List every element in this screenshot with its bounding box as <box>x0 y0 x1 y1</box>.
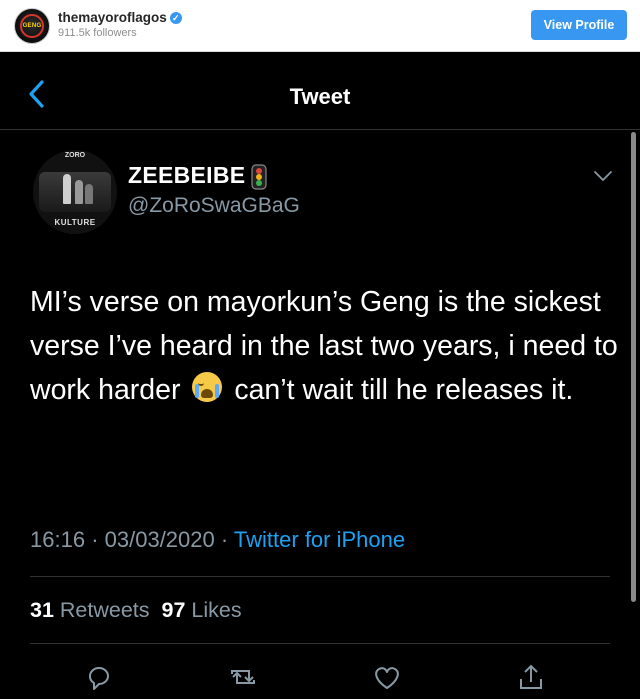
page-title: Tweet <box>289 84 351 109</box>
meta-separator: · <box>91 527 99 552</box>
likes-count[interactable]: 97 <box>161 598 185 622</box>
avatar-figure <box>85 184 93 204</box>
chevron-down-icon[interactable] <box>593 170 613 182</box>
retweet-icon[interactable] <box>226 662 260 692</box>
display-name-text[interactable]: ZEEBEIBE <box>128 162 245 188</box>
traffic-light-icon <box>251 164 268 190</box>
like-heart-icon[interactable] <box>370 662 404 692</box>
meta-separator: · <box>220 527 229 552</box>
likes-label[interactable]: Likes <box>191 598 241 622</box>
engagement-counts: 31 Retweets 97 Likes <box>30 598 242 623</box>
divider <box>30 576 610 577</box>
retweets-count[interactable]: 31 <box>30 598 54 622</box>
profile-username[interactable]: themayoroflagos ✓ <box>58 10 182 25</box>
username-text[interactable]: themayoroflagos <box>58 10 167 25</box>
avatar-text: GENG <box>22 23 42 29</box>
tweet-topbar: Tweet <box>0 52 640 130</box>
tweet-text-part: can’t wait till he releases it. <box>234 374 574 406</box>
tear <box>215 384 220 399</box>
profile-avatar[interactable]: GENG <box>14 8 50 44</box>
tear <box>195 384 200 399</box>
follower-count: 911.5k followers <box>58 27 137 39</box>
tweet-time: 16:16 <box>30 527 86 552</box>
scrollbar[interactable] <box>631 132 636 602</box>
verified-badge-icon: ✓ <box>169 12 182 25</box>
tweet-text: MI’s verse on mayorkun’s Geng is the sic… <box>30 280 620 412</box>
avatar-figure <box>75 180 83 204</box>
author-display-name[interactable]: ZEEBEIBE <box>128 162 268 190</box>
tweet-meta: 16:16 · 03/03/2020 · Twitter for iPhone <box>30 527 405 553</box>
view-profile-button[interactable]: View Profile <box>531 10 627 40</box>
crying-face-icon <box>192 372 223 403</box>
author-avatar[interactable]: ZORO KULTURE <box>33 150 117 234</box>
tweet-date: 03/03/2020 <box>104 527 215 552</box>
avatar-caption-bottom: KULTURE <box>54 218 96 227</box>
share-icon[interactable] <box>514 662 548 692</box>
divider <box>30 643 610 644</box>
tweet-screenshot: Tweet ZORO KULTURE ZEEBEIBE @ZoRoSwaGBaG… <box>0 52 640 699</box>
reply-icon[interactable] <box>82 662 116 692</box>
avatar-caption-top: ZORO <box>64 152 86 159</box>
tweet-source-link[interactable]: Twitter for iPhone <box>234 527 405 552</box>
author-handle[interactable]: @ZoRoSwaGBaG <box>128 194 300 218</box>
avatar-figure <box>63 174 71 204</box>
instagram-embed-header: GENG themayoroflagos ✓ 911.5k followers V… <box>0 0 640 52</box>
retweets-label[interactable]: Retweets <box>60 598 150 622</box>
